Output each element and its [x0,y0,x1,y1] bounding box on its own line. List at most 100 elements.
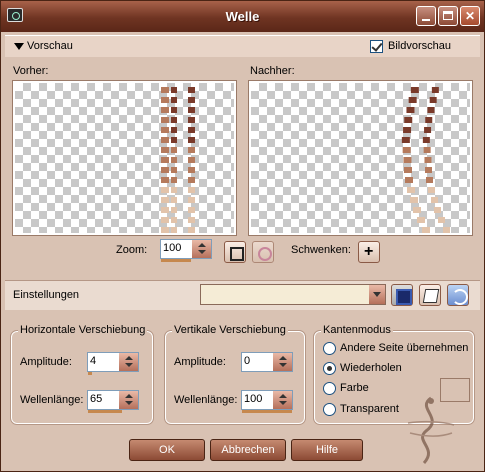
stripe-dash [161,87,169,93]
stripe-dash [161,117,169,123]
stripe-dash [188,97,195,103]
stripe-dash [171,107,177,113]
window-title: Welle [225,9,260,24]
v-amplitude-label: Amplitude: [174,356,226,368]
zoom-slider-bar[interactable] [161,259,191,262]
zoom-actual-size-button[interactable] [252,241,274,263]
reset-defaults-button[interactable] [447,284,469,306]
v-wavelength-stepper-icon[interactable] [272,391,292,409]
h-amplitude-input[interactable] [90,355,120,367]
stripe-dash [188,137,195,143]
title-bar[interactable]: Welle ✕ [1,1,484,32]
h-amplitude-spinner[interactable] [87,352,139,375]
settings-bar: Einstellungen [5,280,480,310]
stripe-dash [161,177,169,183]
stripe-dash [423,147,431,153]
h-amplitude-stepper-icon[interactable] [118,353,138,371]
stripe-dash [171,197,177,203]
stripe-dash [424,127,432,133]
vertical-group-title: Vertikale Verschiebung [172,324,288,336]
zoom-spinner[interactable] [160,239,212,262]
pan-move-button[interactable] [358,241,380,263]
stripe-dash [404,167,412,173]
stripe-dash [161,127,169,133]
zoom-stepper-arrows-icon[interactable] [191,240,211,258]
stripe-dash [188,197,195,203]
stripe-dash [161,147,169,153]
zoom-input[interactable] [163,242,193,254]
stripe-dash [171,207,177,213]
h-wavelength-slider-bar[interactable] [88,410,122,413]
edge-option-radio-3[interactable] [323,403,336,416]
zoom-label: Zoom: [116,244,148,256]
save-preset-button[interactable] [391,284,413,306]
stripe-dash [424,157,432,163]
stripe-dash [188,157,195,163]
settings-label: Einstellungen [13,289,80,301]
edge-option-label-2[interactable]: Farbe [340,382,369,394]
stripe-dash [188,87,195,93]
v-amplitude-stepper-icon[interactable] [272,353,292,371]
edge-option-radio-2[interactable] [323,382,336,395]
chevron-down-icon[interactable] [369,285,385,304]
stripe-dash [161,97,169,103]
stripe-dash [188,187,195,193]
stripe-dash [403,157,412,163]
preview-toggle-label[interactable]: Vorschau [27,40,73,52]
cancel-button[interactable]: Abbrechen [210,439,286,461]
preset-dropdown[interactable] [200,284,386,305]
v-wavelength-slider-bar[interactable] [242,410,292,413]
stripe-dash [410,87,419,93]
stripe-dash [410,197,418,203]
stripe-dash [171,177,177,183]
stripe-dash [171,167,177,173]
v-amplitude-spinner[interactable] [241,352,293,372]
before-preview[interactable] [12,80,237,236]
stripe-dash [413,207,421,213]
h-wavelength-spinner[interactable] [87,390,139,413]
h-amplitude-label: Amplitude: [20,356,72,368]
help-button[interactable]: Hilfe [291,439,363,461]
stripe-dash [171,117,177,123]
randomize-button[interactable] [419,284,441,306]
edge-option-radio-0[interactable] [323,342,336,355]
stripe-dash [188,117,195,123]
stripe-dash [417,217,425,223]
bildvorschau-label[interactable]: Bildvorschau [388,40,451,52]
edge-mode-title: Kantenmodus [321,324,393,336]
stripe-dash [407,187,415,193]
stripe-dash [188,217,195,223]
stripe-dash [161,227,169,233]
stripe-dash [425,167,432,173]
edge-option-label-3[interactable]: Transparent [340,403,399,415]
collapse-triangle-icon[interactable] [14,43,24,50]
stripe-dash [422,227,430,233]
h-wavelength-input[interactable] [90,393,120,405]
stripe-dash [161,157,169,163]
zoom-fit-button[interactable] [224,241,246,263]
bildvorschau-checkbox[interactable] [370,40,383,53]
edge-option-label-1[interactable]: Wiederholen [340,362,402,374]
maximize-button[interactable] [438,6,458,26]
v-wavelength-spinner[interactable] [241,390,293,413]
stripe-dash [431,87,439,93]
stripe-dash [422,137,430,143]
stripe-dash [427,107,435,113]
v-amplitude-input[interactable] [244,355,274,367]
h-amplitude-slider-bar[interactable] [88,372,92,375]
dialog-window: Welle ✕ Vorschau Bildvorschau Vorher: Na… [0,0,485,472]
close-icon: ✕ [464,9,476,23]
edge-option-radio-1[interactable] [323,362,336,375]
edge-option-label-0[interactable]: Andere Seite übernehmen [340,342,468,354]
before-preview-image [161,87,195,233]
after-preview[interactable] [248,80,473,236]
stripe-dash [188,107,195,113]
stripe-dash [171,127,177,133]
v-wavelength-input[interactable] [244,393,274,405]
close-button[interactable]: ✕ [460,6,480,26]
stripe-dash [171,97,177,103]
h-wavelength-stepper-icon[interactable] [118,391,138,409]
stripe-dash [188,207,195,213]
minimize-button[interactable] [416,6,436,26]
ok-button[interactable]: OK [129,439,205,461]
